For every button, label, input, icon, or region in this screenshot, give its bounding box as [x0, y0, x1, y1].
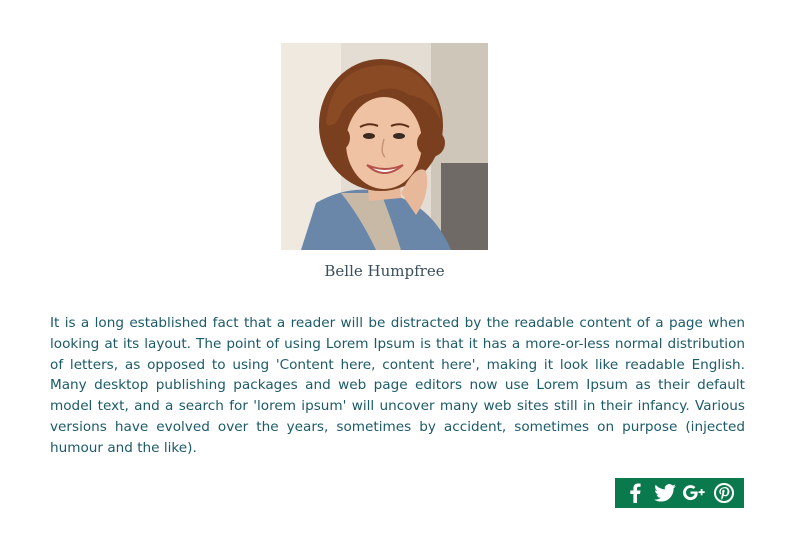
social-share-bar — [615, 478, 744, 508]
testimonial-card: Belle Humpfree It is a long established … — [0, 0, 809, 554]
facebook-icon[interactable] — [622, 480, 648, 506]
avatar — [281, 43, 488, 250]
pinterest-icon[interactable] — [711, 480, 737, 506]
google-plus-icon[interactable] — [681, 480, 707, 506]
testimonial-text: It is a long established fact that a rea… — [50, 315, 745, 456]
person-name: Belle Humpfree — [324, 262, 445, 280]
person-photo — [281, 43, 488, 250]
twitter-icon[interactable] — [652, 480, 678, 506]
